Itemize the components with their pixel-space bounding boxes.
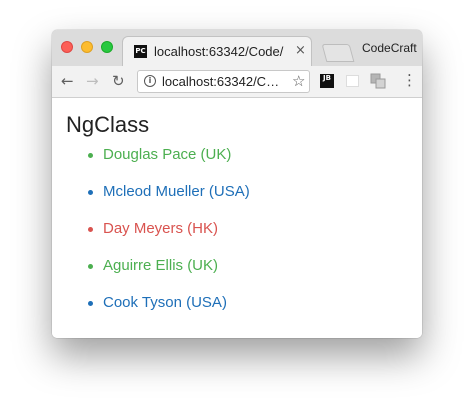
browser-window: PC localhost:63342/Code/5.bu × CodeCraft… <box>52 30 422 338</box>
browser-toolbar: ← → ↻ i localhost:63342/C… ☆ JB ⋮ <box>52 66 422 98</box>
people-list: Douglas Pace (UK) Mcleod Mueller (USA) Day… <box>88 146 250 331</box>
list-item: Day Meyers (HK) <box>88 220 250 257</box>
new-tab-button[interactable] <box>321 44 355 62</box>
jetbrains-icon[interactable]: JB <box>320 74 334 88</box>
bookmark-star-icon[interactable]: ☆ <box>292 72 305 90</box>
list-item: Aguirre Ellis (UK) <box>88 257 250 294</box>
close-window-button[interactable] <box>61 41 73 53</box>
person-name: Cook Tyson (USA) <box>103 294 227 311</box>
title-bar: PC localhost:63342/Code/5.bu × CodeCraft <box>52 30 422 66</box>
menu-icon[interactable]: ⋮ <box>402 71 417 89</box>
list-item: Douglas Pace (UK) <box>88 146 250 183</box>
bullet-icon <box>88 153 93 158</box>
page-content: NgClass Douglas Pace (UK) Mcleod Mueller … <box>52 98 422 338</box>
copy-extension-icon[interactable] <box>370 73 386 89</box>
tab-close-icon[interactable]: × <box>295 43 306 58</box>
browser-tab[interactable]: PC localhost:63342/Code/5.bu × <box>122 36 312 66</box>
zoom-window-button[interactable] <box>101 41 113 53</box>
url-text[interactable]: localhost:63342/C… <box>162 74 290 89</box>
bullet-icon <box>88 190 93 195</box>
reload-icon[interactable]: ↻ <box>112 72 125 90</box>
bullet-icon <box>88 301 93 306</box>
profile-name[interactable]: CodeCraft <box>362 41 417 55</box>
pycharm-favicon-icon: PC <box>134 45 147 58</box>
person-name: Day Meyers (HK) <box>103 220 219 237</box>
forward-arrow-icon[interactable]: → <box>86 72 99 90</box>
person-name: Aguirre Ellis (UK) <box>103 257 219 274</box>
blank-extension-icon[interactable] <box>346 75 359 87</box>
back-arrow-icon[interactable]: ← <box>61 72 74 90</box>
bullet-icon <box>88 227 93 232</box>
bullet-icon <box>88 264 93 269</box>
address-bar[interactable]: i localhost:63342/C… ☆ <box>137 70 310 93</box>
page-heading: NgClass <box>66 112 150 137</box>
list-item: Mcleod Mueller (USA) <box>88 183 250 220</box>
person-name: Douglas Pace (UK) <box>103 146 232 163</box>
tab-title: localhost:63342/Code/5.bu <box>154 44 284 59</box>
list-item: Cook Tyson (USA) <box>88 294 250 331</box>
person-name: Mcleod Mueller (USA) <box>103 183 250 200</box>
minimize-window-button[interactable] <box>81 41 93 53</box>
site-info-icon[interactable]: i <box>144 75 156 87</box>
jetbrains-label: JB <box>323 74 331 82</box>
